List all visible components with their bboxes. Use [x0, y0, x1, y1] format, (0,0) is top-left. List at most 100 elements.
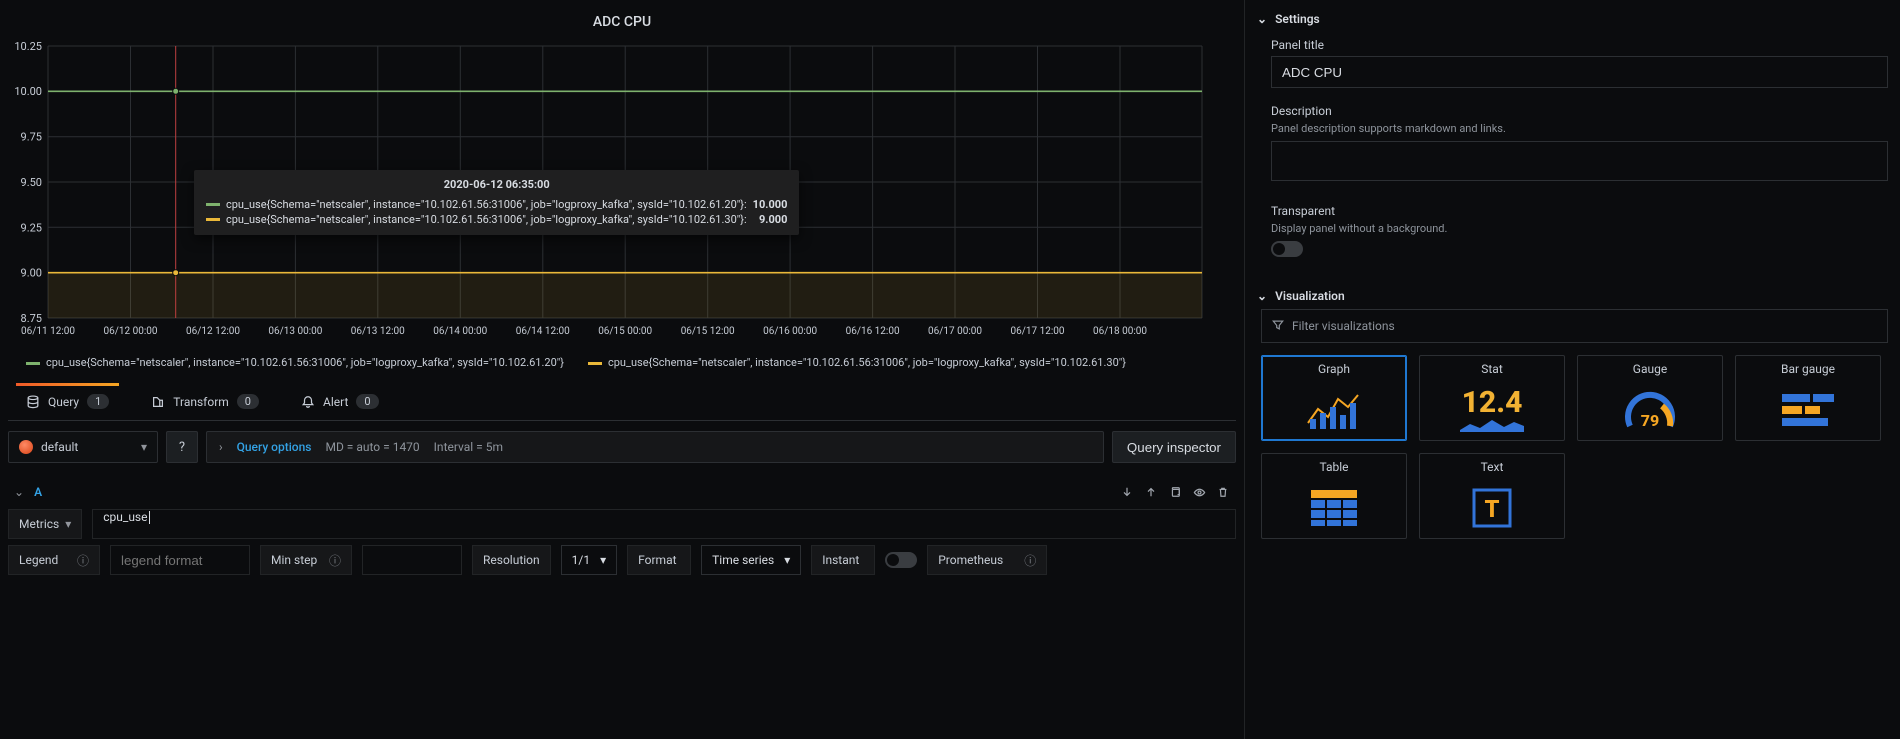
tab-label: Transform — [173, 395, 229, 409]
query-inspector-button[interactable]: Query inspector — [1112, 431, 1236, 463]
tooltip-series-label: cpu_use{Schema="netscaler", instance="10… — [226, 198, 747, 211]
time-series-chart[interactable]: 10.25 10.00 9.75 9.50 9.25 9.00 8.75 06/… — [8, 40, 1236, 350]
svg-text:06/16 00:00: 06/16 00:00 — [763, 326, 817, 337]
editor-tabs: Query 1 Transform 0 Alert 0 — [8, 383, 1236, 421]
format-label: Format — [627, 545, 691, 575]
visualization-name: Text — [1481, 460, 1504, 474]
series-swatch — [206, 203, 220, 206]
visualization-name: Stat — [1481, 362, 1503, 376]
prometheus-label: Prometheusⓘ — [927, 545, 1047, 575]
help-icon[interactable]: ⓘ — [77, 552, 89, 569]
text-cursor — [149, 511, 150, 524]
legend-item[interactable]: cpu_use{Schema="netscaler", instance="10… — [588, 356, 1126, 369]
visualization-section-toggle[interactable]: ⌄ Visualization — [1257, 283, 1888, 309]
svg-text:79: 79 — [1641, 411, 1659, 430]
settings-section-toggle[interactable]: ⌄ Settings — [1257, 6, 1888, 32]
series-swatch — [206, 218, 220, 221]
resolution-select[interactable]: 1/1▾ — [561, 545, 617, 575]
datasource-select[interactable]: default ▾ — [8, 431, 158, 463]
visualization-card-bargauge[interactable]: Bar gauge — [1735, 355, 1881, 441]
chevron-down-icon: ▾ — [784, 553, 790, 567]
visualization-card-graph[interactable]: Graph — [1261, 355, 1407, 441]
chevron-down-icon: ▾ — [65, 517, 71, 531]
metrics-value: cpu_use — [103, 510, 147, 524]
tooltip-time: 2020-06-12 06:35:00 — [206, 178, 787, 191]
svg-text:10.25: 10.25 — [14, 40, 42, 53]
legend-label: cpu_use{Schema="netscaler", instance="10… — [46, 356, 564, 369]
svg-text:06/12 12:00: 06/12 12:00 — [186, 326, 240, 337]
tooltip-row: cpu_use{Schema="netscaler", instance="10… — [206, 197, 787, 212]
visualization-card-table[interactable]: Table — [1261, 453, 1407, 539]
text-icon: T — [1471, 478, 1513, 538]
legend-label: cpu_use{Schema="netscaler", instance="10… — [608, 356, 1126, 369]
chevron-down-icon: ⌄ — [1257, 12, 1267, 26]
transparent-field-help: Display panel without a background. — [1271, 222, 1888, 241]
svg-text:8.75: 8.75 — [21, 312, 42, 325]
visualization-name: Bar gauge — [1781, 362, 1835, 376]
query-options-link[interactable]: Query options — [237, 440, 312, 454]
svg-text:06/12 00:00: 06/12 00:00 — [104, 326, 158, 337]
resolution-label: Resolution — [472, 545, 551, 575]
query-header[interactable]: ⌄ A — [8, 481, 1236, 503]
query-letter: A — [34, 485, 42, 499]
metrics-label[interactable]: Metrics ▾ — [8, 509, 82, 539]
legend-label: Legendⓘ — [8, 545, 100, 575]
database-icon — [26, 395, 40, 409]
legend-item[interactable]: cpu_use{Schema="netscaler", instance="10… — [26, 356, 564, 369]
metrics-input[interactable]: cpu_use — [92, 509, 1236, 539]
visualization-filter-input[interactable]: Filter visualizations — [1261, 309, 1888, 343]
description-field-help: Panel description supports markdown and … — [1271, 122, 1888, 141]
help-icon[interactable]: ⓘ — [1024, 552, 1036, 569]
legend-format-input[interactable] — [110, 545, 250, 575]
prometheus-icon — [19, 440, 33, 454]
duplicate-icon[interactable] — [1168, 485, 1182, 499]
tab-alert[interactable]: Alert 0 — [291, 386, 389, 417]
chevron-down-icon: ▾ — [600, 553, 606, 567]
transform-icon — [151, 395, 165, 409]
datasource-selected: default — [41, 440, 78, 454]
chart-legend: cpu_use{Schema="netscaler", instance="10… — [8, 350, 1236, 379]
svg-text:10.00: 10.00 — [14, 85, 42, 98]
settings-section-title: Settings — [1275, 12, 1320, 26]
tooltip-series-label: cpu_use{Schema="netscaler", instance="10… — [226, 213, 747, 226]
chart-tooltip: 2020-06-12 06:35:00 cpu_use{Schema="nets… — [194, 170, 799, 235]
svg-text:06/17 12:00: 06/17 12:00 — [1011, 326, 1065, 337]
delete-icon[interactable] — [1216, 485, 1230, 499]
move-down-icon[interactable] — [1120, 485, 1134, 499]
tab-label: Query — [48, 395, 79, 409]
datasource-help-button[interactable]: ? — [166, 431, 198, 463]
series-swatch — [26, 362, 40, 365]
svg-text:06/18 00:00: 06/18 00:00 — [1093, 326, 1147, 337]
visualization-card-stat[interactable]: Stat 12.4 — [1419, 355, 1565, 441]
description-textarea[interactable] — [1271, 141, 1888, 181]
tab-count-badge: 0 — [237, 394, 259, 409]
help-icon[interactable]: ⓘ — [329, 552, 341, 569]
svg-text:06/14 00:00: 06/14 00:00 — [433, 326, 487, 337]
query-options-md: MD = auto = 1470 — [325, 440, 419, 454]
visualization-name: Table — [1319, 460, 1348, 474]
move-up-icon[interactable] — [1144, 485, 1158, 499]
minstep-input[interactable] — [362, 545, 462, 575]
table-icon — [1309, 478, 1359, 538]
svg-text:06/17 00:00: 06/17 00:00 — [928, 326, 982, 337]
format-select[interactable]: Time series▾ — [701, 545, 801, 575]
svg-text:06/13 00:00: 06/13 00:00 — [268, 326, 322, 337]
visualization-card-gauge[interactable]: Gauge 79 — [1577, 355, 1723, 441]
query-options-bar[interactable]: › Query options MD = auto = 1470 Interva… — [206, 431, 1104, 463]
svg-text:06/13 12:00: 06/13 12:00 — [351, 326, 405, 337]
tab-count-badge: 0 — [356, 394, 378, 409]
svg-text:06/16 12:00: 06/16 12:00 — [846, 326, 900, 337]
instant-toggle[interactable] — [885, 552, 917, 568]
tooltip-series-value: 9.000 — [759, 213, 787, 226]
toggle-visibility-icon[interactable] — [1192, 485, 1206, 499]
transparent-toggle[interactable] — [1271, 241, 1303, 257]
filter-icon — [1272, 319, 1284, 334]
visualization-card-text[interactable]: Text T — [1419, 453, 1565, 539]
query-options-interval: Interval = 5m — [434, 440, 503, 454]
tab-query[interactable]: Query 1 — [16, 386, 119, 417]
svg-text:9.25: 9.25 — [21, 221, 42, 234]
tab-transform[interactable]: Transform 0 — [141, 386, 269, 417]
svg-text:06/15 12:00: 06/15 12:00 — [681, 326, 735, 337]
panel-title-input[interactable] — [1271, 56, 1888, 88]
svg-text:06/14 12:00: 06/14 12:00 — [516, 326, 570, 337]
